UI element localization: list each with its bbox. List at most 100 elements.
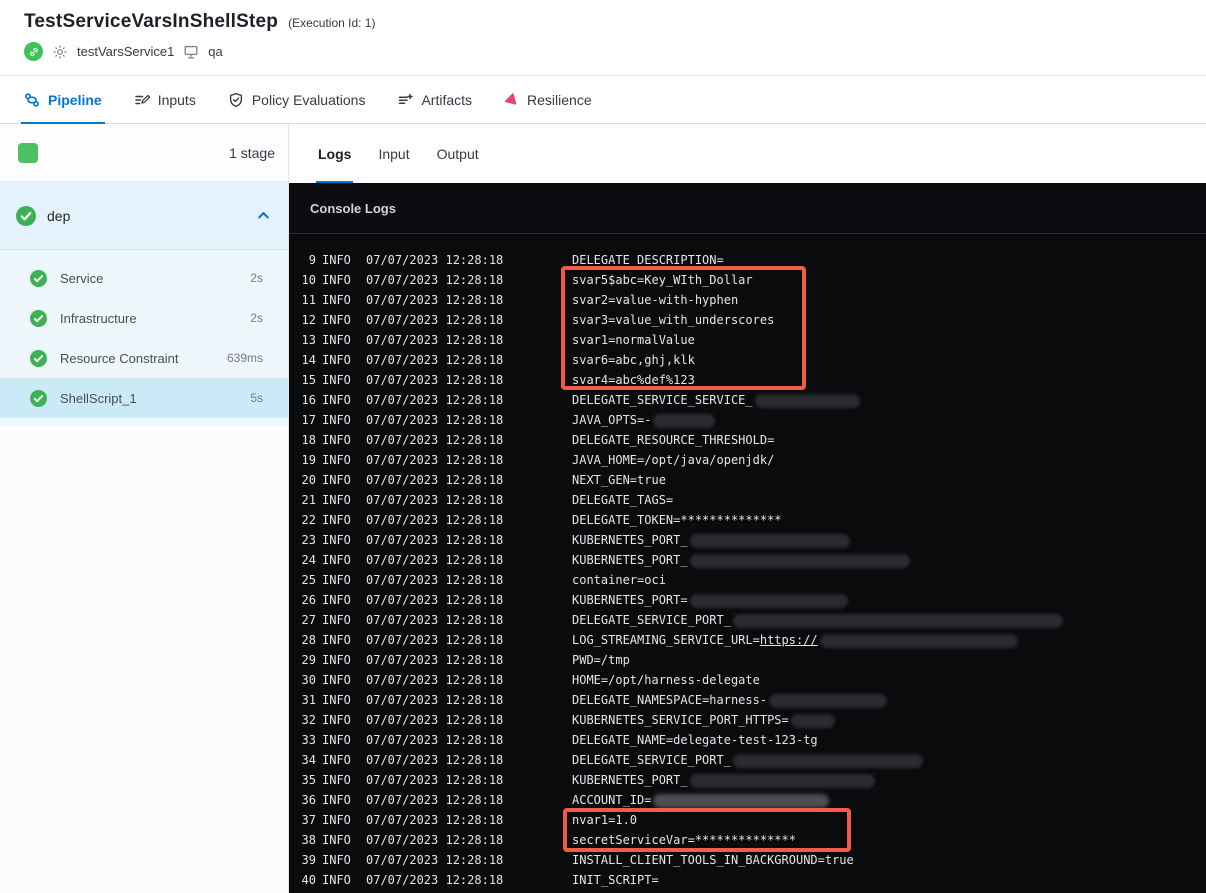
log-message: DELEGATE_TOKEN=**************: [572, 510, 1206, 530]
log-level: INFO: [322, 533, 351, 547]
stage-strip: 1 stage: [0, 124, 288, 182]
log-message-text: DELEGATE_DESCRIPTION=: [572, 253, 724, 267]
log-line-number: 20: [301, 473, 316, 487]
step-label: Resource Constraint: [60, 350, 179, 366]
environment-name[interactable]: qa: [208, 44, 222, 59]
log-message: svar5$abc=Key_WIth_Dollar: [572, 270, 1206, 290]
log-line: 17 INFO 07/07/2023 12:28:18 JAVA_OPTS=-: [289, 410, 1206, 430]
stage-status-square[interactable]: [18, 142, 38, 163]
log-line: 22 INFO 07/07/2023 12:28:18 DELEGATE_TOKEN=…: [289, 510, 1206, 530]
step-label: Service: [60, 270, 104, 286]
log-timestamp: 07/07/2023 12:28:18: [366, 513, 504, 527]
log-timestamp: 07/07/2023 12:28:18: [366, 613, 504, 627]
pipeline-icon: [24, 92, 40, 108]
log-tab-output[interactable]: Output: [437, 124, 479, 183]
log-link[interactable]: https://: [760, 633, 818, 647]
log-line: 20 INFO 07/07/2023 12:28:18 NEXT_GEN=true: [289, 470, 1206, 490]
redacted-text: [689, 593, 848, 608]
log-timestamp: 07/07/2023 12:28:18: [366, 773, 504, 787]
nav-tab-label: Resilience: [527, 91, 592, 108]
redacted-text: [769, 693, 888, 708]
log-message-text: DELEGATE_SERVICE_PORT_: [572, 613, 731, 627]
cd-module-icon: [24, 42, 43, 61]
log-line: 36 INFO 07/07/2023 12:28:18 ACCOUNT_ID=: [289, 790, 1206, 810]
log-timestamp: 07/07/2023 12:28:18: [366, 733, 504, 747]
log-line: 30 INFO 07/07/2023 12:28:18 HOME=/opt/harne…: [289, 670, 1206, 690]
execution-header: TestServiceVarsInShellStep (Execution Id…: [0, 0, 1206, 76]
console-log-lines: 9 INFO 07/07/2023 12:28:18 DELEGATE_DESCRIP…: [289, 234, 1206, 890]
stage-group-dep[interactable]: dep: [0, 182, 288, 250]
log-line: 24 INFO 07/07/2023 12:28:18 KUBERNETES_PORT…: [289, 550, 1206, 570]
log-line-number: 21: [301, 493, 316, 507]
log-line-number: 19: [301, 453, 316, 467]
service-name[interactable]: testVarsService1: [77, 44, 174, 59]
log-tab-input[interactable]: Input: [378, 124, 409, 183]
log-timestamp: 07/07/2023 12:28:18: [366, 813, 504, 827]
nav-tab-inputs[interactable]: Inputs: [134, 76, 196, 123]
log-message: KUBERNETES_PORT_: [572, 770, 1206, 790]
log-line-number: 37: [301, 813, 316, 827]
log-level: INFO: [322, 793, 351, 807]
nav-tab-policy-evaluations[interactable]: Policy Evaluations: [228, 76, 365, 123]
log-line: 18 INFO 07/07/2023 12:28:18 DELEGATE_RESOUR…: [289, 430, 1206, 450]
log-message: nvar1=1.0: [572, 810, 1206, 830]
redacted-text: [689, 553, 910, 568]
log-timestamp: 07/07/2023 12:28:18: [366, 393, 504, 407]
log-line-number: 18: [301, 433, 316, 447]
chevron-up-icon[interactable]: [256, 208, 271, 223]
log-line: 11 INFO 07/07/2023 12:28:18 svar2=value-wit…: [289, 290, 1206, 310]
log-line: 26 INFO 07/07/2023 12:28:18 KUBERNETES_PORT…: [289, 590, 1206, 610]
step-duration: 2s: [250, 271, 263, 285]
step-item-resource-constraint[interactable]: Resource Constraint 639ms: [0, 338, 288, 378]
log-message: DELEGATE_SERVICE_SERVICE_: [572, 390, 1206, 410]
log-line-number: 16: [301, 393, 316, 407]
step-item-infrastructure[interactable]: Infrastructure 2s: [0, 298, 288, 338]
execution-page: TestServiceVarsInShellStep (Execution Id…: [0, 0, 1206, 893]
nav-tab-pipeline[interactable]: Pipeline: [21, 76, 105, 124]
log-line-number: 24: [301, 553, 316, 567]
step-item-shellscript-1[interactable]: ShellScript_1 5s: [0, 378, 288, 418]
log-level: INFO: [322, 813, 351, 827]
nav-tab-artifacts[interactable]: Artifacts: [397, 76, 472, 123]
log-message-text: HOME=/opt/harness-delegate: [572, 673, 760, 687]
log-message-text: DELEGATE_SERVICE_SERVICE_: [572, 393, 753, 407]
log-line-number: 27: [301, 613, 316, 627]
log-message: KUBERNETES_PORT_: [572, 550, 1206, 570]
log-line-number: 39: [301, 853, 316, 867]
log-line-number: 35: [301, 773, 316, 787]
log-line: 39 INFO 07/07/2023 12:28:18 INSTALL_CLIENT_…: [289, 850, 1206, 870]
log-line-number: 34: [301, 753, 316, 767]
log-tab-label: Logs: [318, 145, 352, 162]
redacted-text: [653, 793, 830, 808]
log-line-number: 32: [301, 713, 316, 727]
step-item-service[interactable]: Service 2s: [0, 258, 288, 298]
log-timestamp: 07/07/2023 12:28:18: [366, 653, 504, 667]
log-message: DELEGATE_NAMESPACE=harness-: [572, 690, 1206, 710]
log-line: 12 INFO 07/07/2023 12:28:18 svar3=value_wit…: [289, 310, 1206, 330]
log-line-number: 29: [301, 653, 316, 667]
log-timestamp: 07/07/2023 12:28:18: [366, 413, 504, 427]
log-line: 15 INFO 07/07/2023 12:28:18 svar4=abc%def%1…: [289, 370, 1206, 390]
log-message: svar1=normalValue: [572, 330, 1206, 350]
log-timestamp: 07/07/2023 12:28:18: [366, 433, 504, 447]
log-line-number: 31: [301, 693, 316, 707]
artifacts-icon: [397, 92, 414, 108]
log-tab-logs[interactable]: Logs: [315, 124, 354, 183]
log-timestamp: 07/07/2023 12:28:18: [366, 473, 504, 487]
nav-tab-resilience[interactable]: Resilience: [504, 76, 592, 123]
log-line: 19 INFO 07/07/2023 12:28:18 JAVA_HOME=/opt/…: [289, 450, 1206, 470]
log-line: 37 INFO 07/07/2023 12:28:18 nvar1=1.0: [289, 810, 1206, 830]
console: Console Logs 9 INFO 07/07/2023 12:28:18 DEL…: [289, 183, 1206, 893]
log-timestamp: 07/07/2023 12:28:18: [366, 493, 504, 507]
log-message: LOG_STREAMING_SERVICE_URL=https://: [572, 630, 1206, 650]
log-line-number: 15: [301, 373, 316, 387]
log-message-text: DELEGATE_NAMESPACE=harness-: [572, 693, 768, 707]
environment-icon: [183, 44, 199, 60]
log-level: INFO: [322, 753, 351, 767]
log-line-number: 12: [301, 313, 316, 327]
redacted-text: [732, 753, 923, 768]
log-timestamp: 07/07/2023 12:28:18: [366, 853, 504, 867]
log-line: 33 INFO 07/07/2023 12:28:18 DELEGATE_NAME=d…: [289, 730, 1206, 750]
log-message-text: secretServiceVar=**************: [572, 833, 796, 847]
log-line-number: 40: [301, 873, 316, 887]
